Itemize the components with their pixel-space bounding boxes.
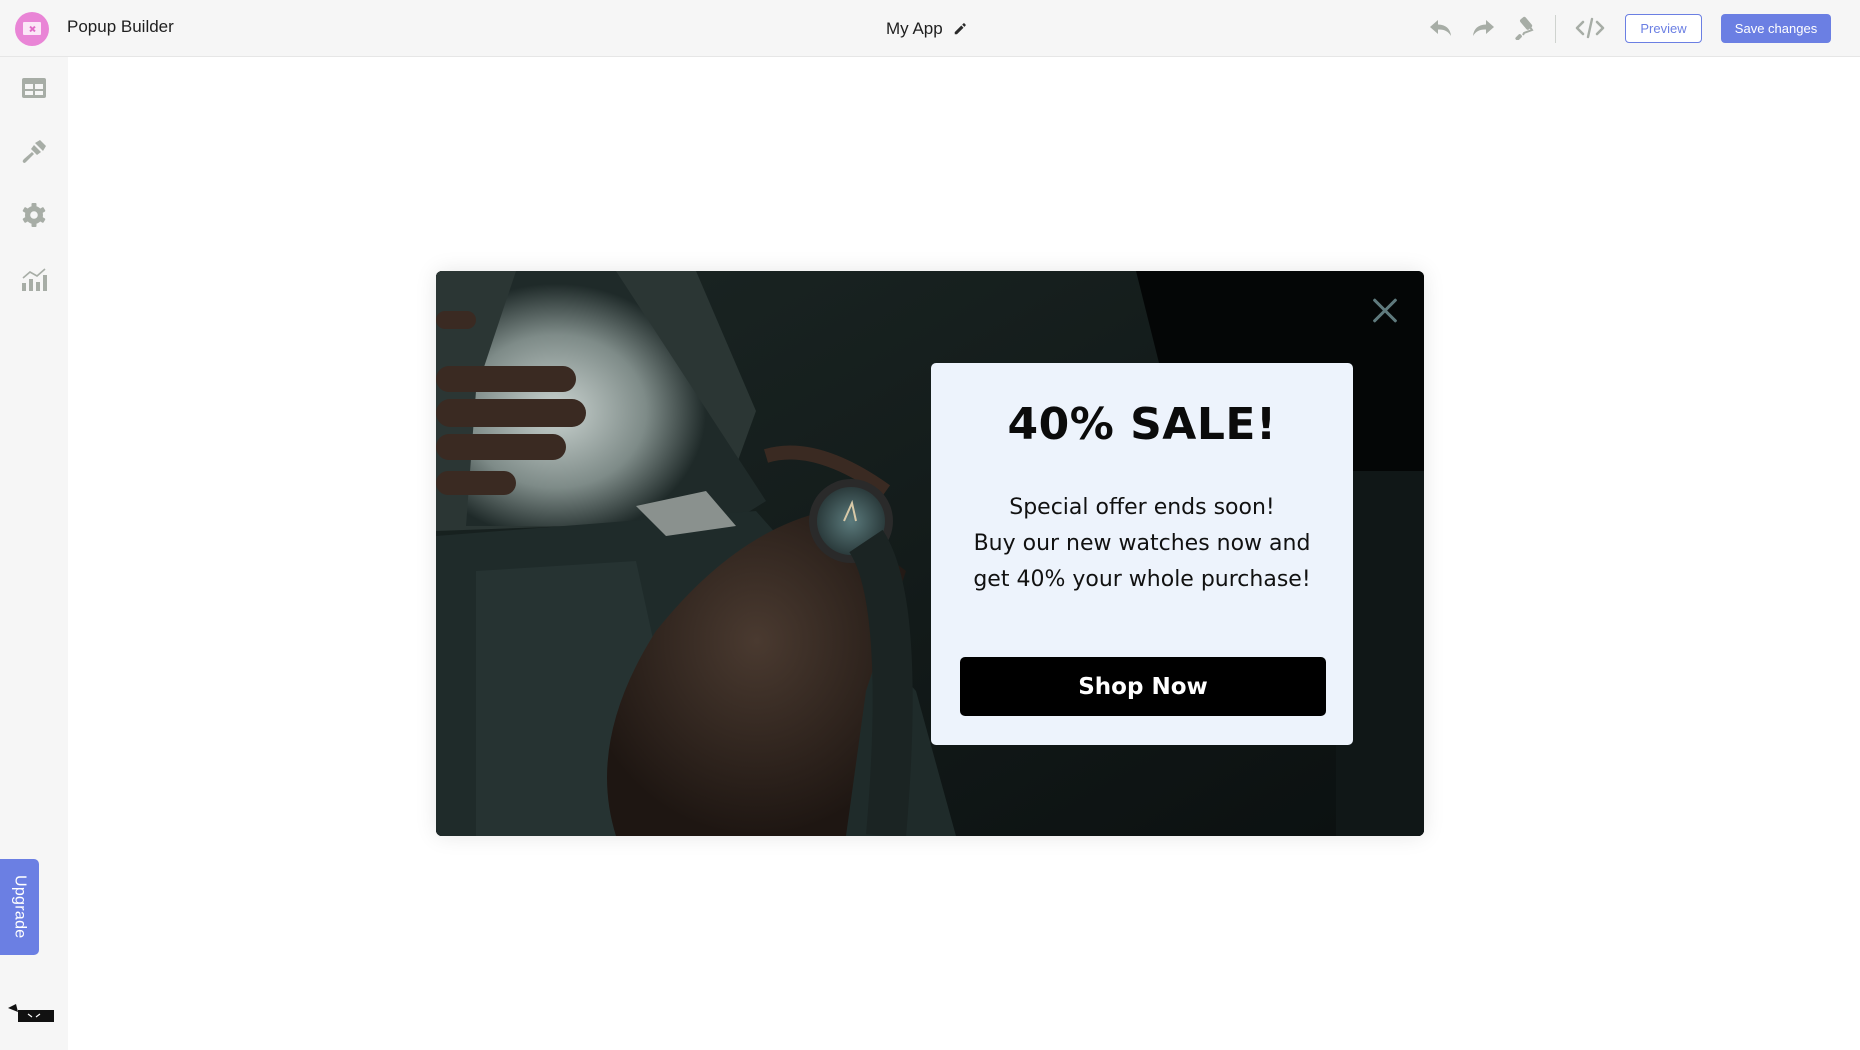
- table-layout-icon[interactable]: [21, 75, 47, 101]
- popup-preview[interactable]: 40% SALE! Special offer ends soon! Buy o…: [436, 271, 1424, 836]
- app-name: Popup Builder: [67, 17, 174, 36]
- paint-brush-icon[interactable]: [21, 139, 47, 165]
- popup-body-line: get 40% your whole purchase!: [973, 567, 1311, 592]
- shop-now-button[interactable]: Shop Now: [960, 657, 1326, 716]
- popup-close-icon[interactable]: [1371, 297, 1399, 325]
- page-title-wrap: My App: [886, 19, 967, 39]
- upgrade-label: Upgrade: [11, 875, 29, 939]
- popup-content-card: 40% SALE! Special offer ends soon! Buy o…: [931, 363, 1353, 745]
- left-sidebar: Upgrade: [0, 57, 68, 1050]
- pencil-edit-icon[interactable]: [953, 22, 967, 36]
- ninja-logo-icon: [8, 1004, 54, 1022]
- undo-icon[interactable]: [1428, 16, 1454, 40]
- save-changes-button[interactable]: Save changes: [1721, 14, 1831, 43]
- gear-icon[interactable]: [21, 202, 47, 228]
- toolbar-divider: [1555, 15, 1556, 43]
- code-icon[interactable]: [1574, 16, 1606, 40]
- redo-icon[interactable]: [1470, 16, 1496, 40]
- upgrade-tab[interactable]: Upgrade: [0, 859, 39, 955]
- popup-title: 40% SALE!: [1007, 399, 1277, 450]
- preview-button[interactable]: Preview: [1625, 14, 1702, 43]
- app-logo-icon: [15, 12, 49, 46]
- paint-roller-icon[interactable]: [1511, 16, 1537, 40]
- popup-body-line: Special offer ends soon!: [1009, 495, 1275, 520]
- page-title[interactable]: My App: [886, 19, 943, 39]
- popup-body-text: Special offer ends soon! Buy our new wat…: [931, 490, 1353, 598]
- analytics-chart-icon[interactable]: [21, 266, 47, 292]
- popup-body-line: Buy our new watches now and: [973, 531, 1311, 556]
- top-header: Popup Builder My App Preview Save change…: [0, 0, 1860, 57]
